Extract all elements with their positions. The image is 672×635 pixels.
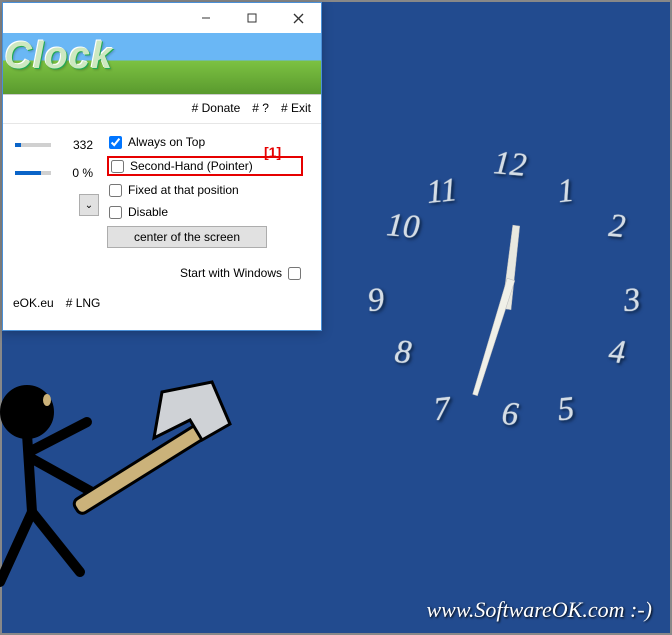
center-screen-button[interactable]: center of the screen — [107, 226, 267, 248]
always-on-top-label: Always on Top — [128, 135, 205, 149]
size-slider[interactable] — [15, 143, 51, 147]
fixed-position-input[interactable] — [109, 184, 122, 197]
clock-number: 3 — [622, 282, 642, 321]
watermark: www.SoftwareOK.com :-) — [427, 597, 653, 623]
always-on-top-input[interactable] — [109, 136, 122, 149]
toolbar: # Donate # ? # Exit — [3, 95, 321, 124]
clock-number: 6 — [500, 396, 520, 434]
banner: ro Clock — [3, 33, 321, 95]
clock-number: 7 — [432, 390, 452, 429]
disable-check[interactable]: Disable — [107, 204, 303, 220]
start-with-windows-row[interactable]: Start with Windows — [3, 248, 311, 288]
titlebar — [3, 3, 321, 33]
disable-label: Disable — [128, 205, 168, 219]
donate-link[interactable]: # Donate — [192, 101, 241, 115]
clock-number: 12 — [492, 145, 528, 185]
eok-link[interactable]: eOK.eu — [13, 296, 54, 310]
help-link[interactable]: # ? — [252, 101, 269, 115]
transparency-slider[interactable] — [15, 171, 51, 175]
second-hand-label: Second-Hand (Pointer) — [130, 159, 253, 173]
maximize-button[interactable] — [229, 3, 275, 33]
fixed-position-label: Fixed at that position — [128, 183, 239, 197]
minimize-button[interactable] — [183, 3, 229, 33]
disable-input[interactable] — [109, 206, 122, 219]
clock-number: 10 — [385, 207, 421, 247]
second-hand-input[interactable] — [111, 160, 124, 173]
lng-link[interactable]: # LNG — [66, 296, 101, 310]
start-with-windows-input[interactable] — [288, 267, 301, 280]
clock-number: 1 — [556, 173, 576, 212]
sliders-col: 332 0 % ⌄ — [3, 134, 99, 248]
clock-number: 2 — [608, 208, 628, 246]
start-with-windows-label: Start with Windows — [180, 266, 282, 280]
banner-title: ro Clock — [3, 35, 113, 78]
size-value: 332 — [59, 138, 93, 152]
mascot-figure — [0, 372, 252, 632]
footer-links: eOK.eu # LNG — [3, 288, 311, 322]
clock-number: 4 — [608, 334, 628, 372]
close-button[interactable] — [275, 3, 321, 33]
clock-number: 11 — [425, 172, 459, 212]
fixed-position-check[interactable]: Fixed at that position — [107, 182, 303, 198]
clock-number: 8 — [393, 334, 413, 372]
clock-number: 9 — [366, 282, 386, 321]
callout-1: [1] — [264, 144, 281, 160]
texture-dropdown[interactable]: ⌄ — [79, 194, 99, 216]
app-window: ro Clock # Donate # ? # Exit 332 0 % ⌄ — [2, 2, 322, 331]
transparency-value: 0 % — [59, 166, 93, 180]
desktop-clock: 121234567891011 — [357, 127, 657, 447]
clock-number: 5 — [556, 390, 576, 429]
exit-link[interactable]: # Exit — [281, 101, 311, 115]
